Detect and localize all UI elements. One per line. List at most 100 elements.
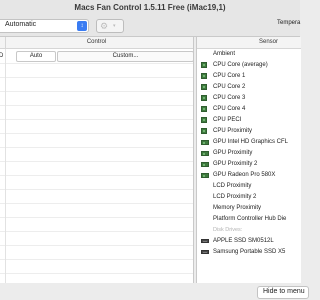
empty-row: [0, 119, 193, 134]
temperature-units-label: Tempera: [277, 20, 301, 26]
sensor-row[interactable]: CPU PECI: [197, 115, 301, 126]
gpu-card-icon: [201, 140, 209, 145]
cpu-chip-icon: [201, 128, 207, 134]
cpu-chip-icon: [201, 73, 207, 79]
sensor-row[interactable]: CPU Core 1: [197, 71, 301, 82]
hide-to-menu-bar-button[interactable]: Hide to menu: [257, 286, 309, 299]
sensor-name: Platform Controller Hub Die: [213, 216, 287, 222]
fan-row: D Auto Custom...: [0, 49, 194, 64]
sensor-name: Disk Drives:: [213, 227, 243, 233]
fan-table-header: Control: [0, 37, 193, 49]
sensor-name: CPU Core 1: [213, 73, 246, 79]
empty-row: [0, 147, 193, 162]
fan-name-label: D: [0, 53, 4, 59]
sensor-name: CPU Proximity: [213, 128, 253, 134]
sensor-column-header: Sensor: [259, 39, 279, 45]
column-divider: [5, 91, 6, 105]
chevron-updown-icon: ↕: [77, 21, 87, 31]
control-column-header: Control: [86, 39, 107, 45]
column-divider: [5, 189, 6, 203]
empty-row: [0, 203, 193, 218]
sensor-row[interactable]: CPU Core 3: [197, 93, 301, 104]
sensor-row[interactable]: Samsung Portable SSD X5: [197, 247, 301, 258]
actions-menu-button[interactable]: ⚙ ▾: [96, 19, 124, 33]
gpu-card-icon: [201, 151, 209, 156]
window-title: Macs Fan Control 1.5.11 Free (iMac19,1): [74, 3, 226, 12]
bottom-bar: Hide to menu: [0, 283, 309, 300]
sensor-name: Ambient: [213, 51, 236, 57]
column-divider: [5, 217, 6, 231]
cpu-chip-icon: [201, 95, 207, 101]
fan-custom-button[interactable]: Custom...: [57, 51, 194, 62]
sensor-row[interactable]: LCD Proximity: [197, 181, 301, 192]
column-divider: [5, 259, 6, 273]
cpu-chip-icon: [201, 84, 207, 90]
sensor-row[interactable]: Platform Controller Hub Die: [197, 214, 301, 225]
fan-custom-label: Custom...: [112, 53, 139, 59]
sensor-row[interactable]: CPU Core 2: [197, 82, 301, 93]
sensor-row[interactable]: CPU Core 4: [197, 104, 301, 115]
column-divider: [5, 245, 6, 259]
empty-row: [0, 63, 193, 78]
sensor-row[interactable]: CPU Proximity: [197, 126, 301, 137]
empty-row: [0, 231, 193, 246]
column-divider: [5, 77, 6, 91]
sensor-row[interactable]: Memory Proximity: [197, 203, 301, 214]
title-bar: Macs Fan Control 1.5.11 Free (iMac19,1): [0, 0, 300, 16]
sensor-name: LCD Proximity: [213, 183, 252, 189]
cpu-chip-icon: [201, 62, 207, 68]
column-divider: [5, 49, 6, 63]
gear-icon: ⚙: [100, 21, 109, 31]
sensor-name: APPLE SSD SM0512L: [213, 238, 274, 244]
hide-to-menu-bar-label: Hide to menu: [263, 288, 305, 295]
empty-row: [0, 133, 193, 148]
sensor-row[interactable]: GPU Proximity 2: [197, 159, 301, 170]
empty-row: [0, 189, 193, 204]
empty-row: [0, 105, 193, 120]
cpu-chip-icon: [201, 106, 207, 112]
sensor-table-header: Sensor: [197, 37, 301, 49]
sensor-row[interactable]: LCD Proximity 2: [197, 192, 301, 203]
sensor-name: CPU Core (average): [213, 62, 268, 68]
drive-icon: [201, 239, 209, 243]
sensor-name: GPU Radeon Pro 580X: [213, 172, 276, 178]
sensor-panel: Sensor Ambient CPU Core (average) CPU Core…: [196, 37, 301, 283]
column-divider: [5, 231, 6, 245]
sensor-row[interactable]: GPU Intel HD Graphics CFL: [197, 137, 301, 148]
sensor-name: GPU Proximity 2: [213, 161, 258, 167]
sensor-name: GPU Proximity: [213, 150, 253, 156]
empty-row: [0, 175, 193, 190]
preset-select[interactable]: Automatic ↕: [0, 19, 89, 33]
column-divider: [5, 175, 6, 189]
sensor-name: Memory Proximity: [213, 205, 262, 211]
sensor-name: CPU Core 3: [213, 95, 246, 101]
empty-row: [0, 91, 193, 106]
fan-auto-label: Auto: [29, 53, 43, 59]
sensor-row[interactable]: APPLE SSD SM0512L: [197, 236, 301, 247]
sensor-name: CPU Core 2: [213, 84, 246, 90]
column-divider: [5, 133, 6, 147]
column-divider: [5, 147, 6, 161]
empty-row: [0, 259, 193, 274]
toolbar: Automatic ↕ ⚙ ▾ Tempera: [0, 16, 300, 37]
column-divider: [5, 119, 6, 133]
sensor-row[interactable]: Ambient: [197, 49, 301, 60]
sensor-name: CPU Core 4: [213, 106, 246, 112]
preset-select-value: Automatic: [5, 21, 37, 28]
sensor-row[interactable]: GPU Radeon Pro 580X: [197, 170, 301, 181]
gpu-card-icon: [201, 173, 209, 178]
sensor-name: CPU PECI: [213, 117, 242, 123]
empty-row: [0, 245, 193, 260]
sensor-name: Samsung Portable SSD X5: [213, 249, 286, 255]
sensor-row[interactable]: CPU Core (average): [197, 60, 301, 71]
fan-auto-button[interactable]: Auto: [16, 51, 56, 62]
gpu-card-icon: [201, 162, 209, 167]
sensor-name: LCD Proximity 2: [213, 194, 257, 200]
empty-row: [0, 217, 193, 232]
column-divider: [5, 63, 6, 77]
empty-row: [0, 161, 193, 176]
cpu-chip-icon: [201, 117, 207, 123]
chevron-down-icon: ▾: [113, 23, 116, 29]
sensor-row[interactable]: GPU Proximity: [197, 148, 301, 159]
fan-control-panel: Control D Auto Custom...: [0, 37, 194, 288]
